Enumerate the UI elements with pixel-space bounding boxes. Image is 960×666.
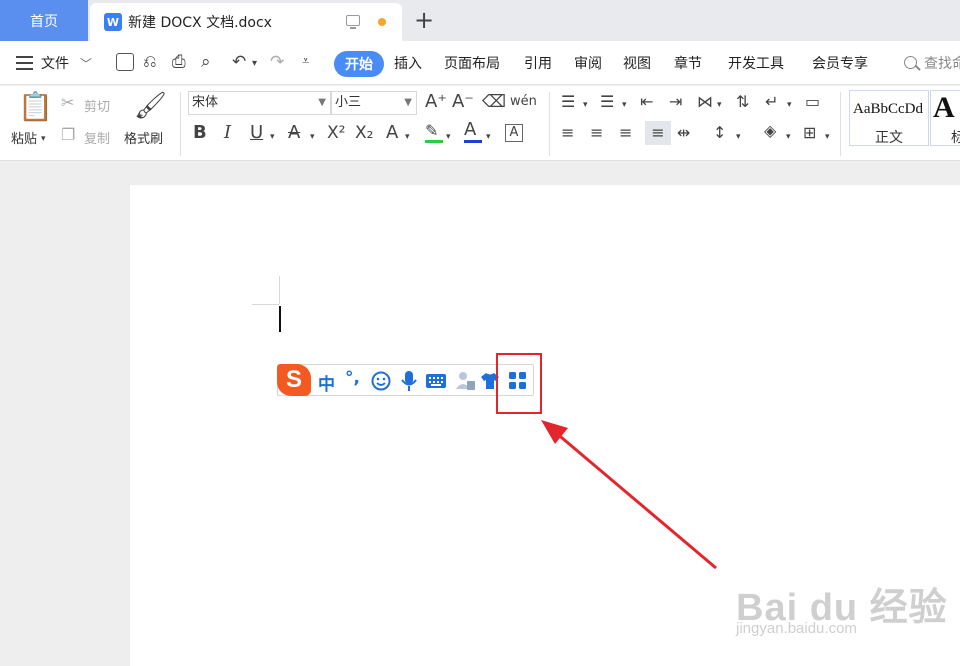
annotation-arrow (541, 420, 717, 570)
watermark-url: jingyan.baidu.com (736, 620, 857, 637)
baidu-watermark: Bai du 经验 jingyan.baidu.com (736, 576, 948, 637)
